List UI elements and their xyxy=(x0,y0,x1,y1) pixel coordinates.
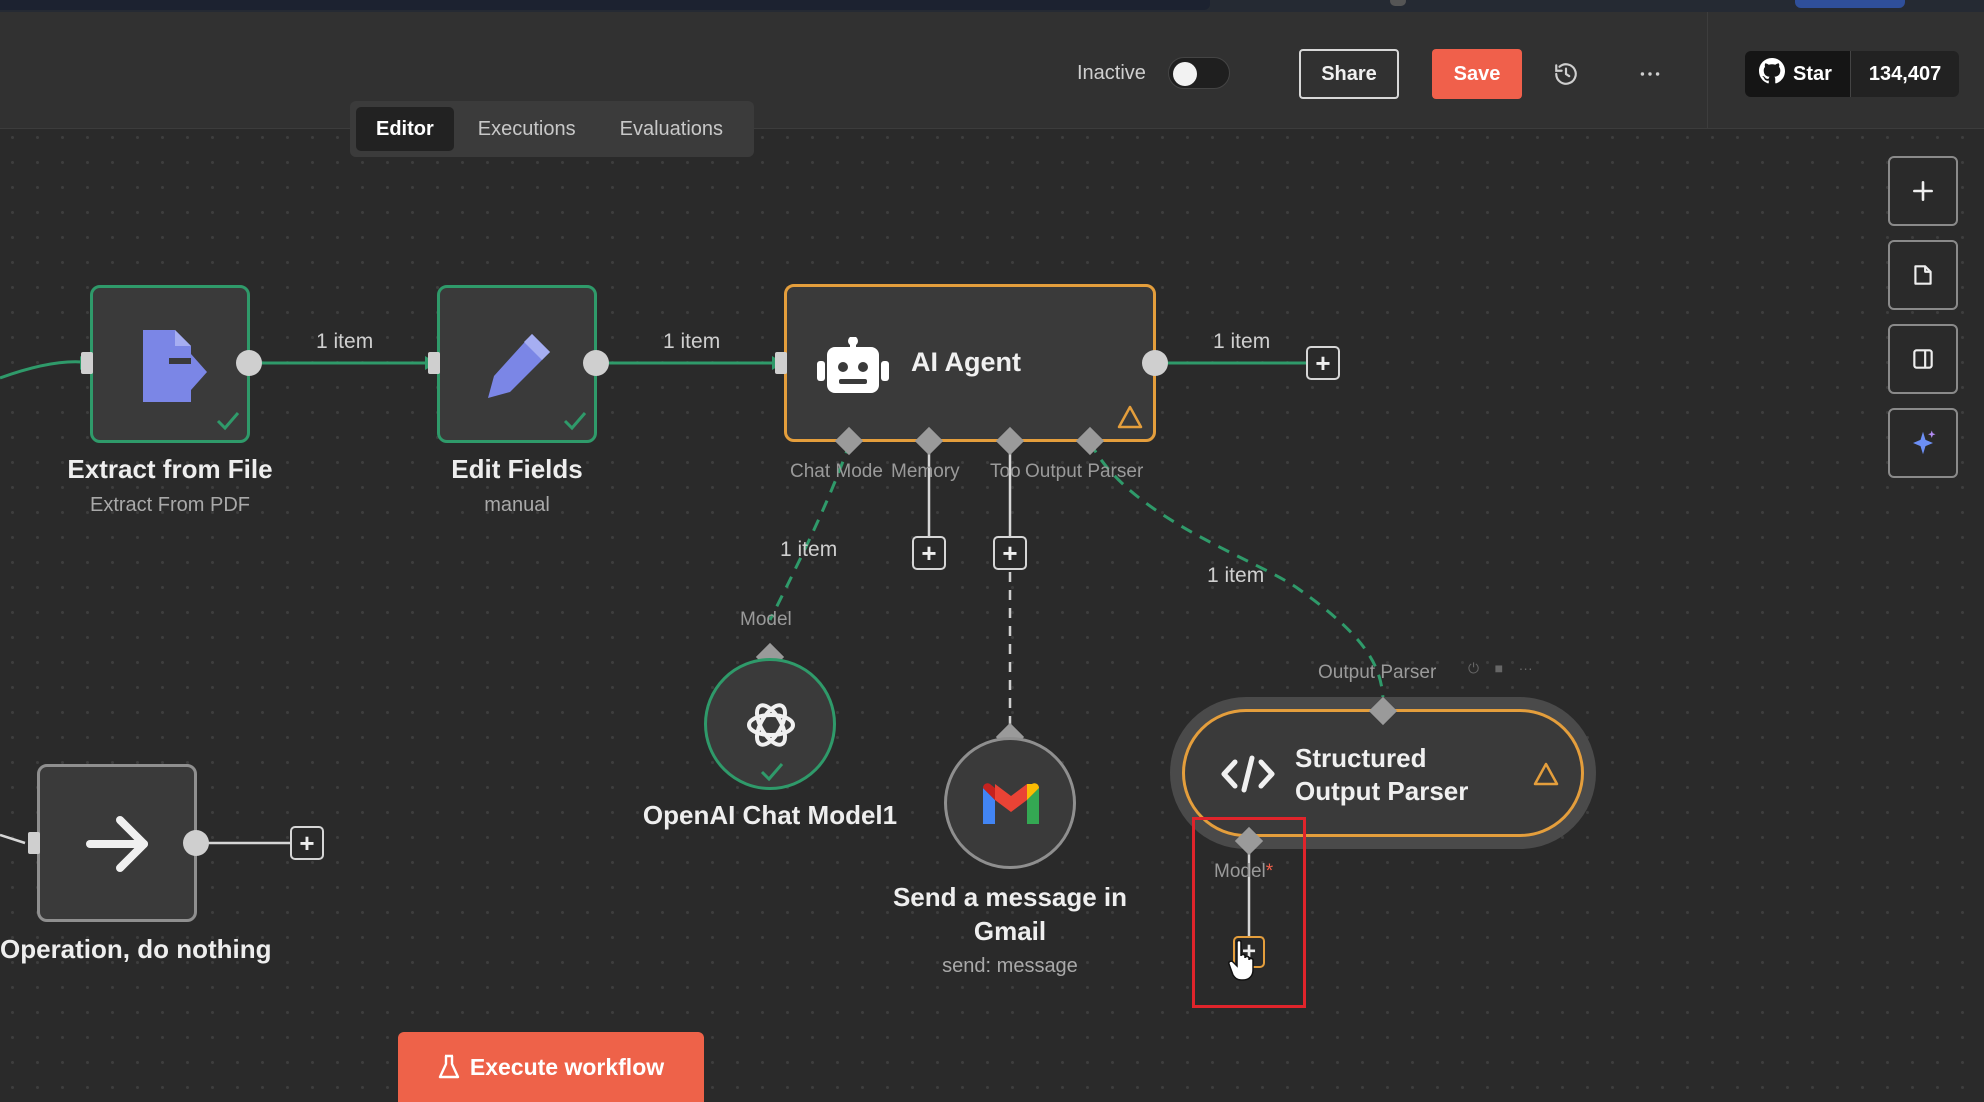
success-check-icon xyxy=(216,412,240,431)
node-title: Extract from File xyxy=(67,454,273,484)
port-label-output-parser: Output Parser xyxy=(1318,662,1437,683)
node-operation-do-nothing[interactable] xyxy=(37,764,197,922)
node-subtitle: Extract From PDF xyxy=(89,494,250,516)
node-edit-fields[interactable] xyxy=(437,285,597,443)
pencil-icon xyxy=(488,334,550,398)
annotation-highlight-box xyxy=(1192,817,1306,1008)
node-title: OpenAI Chat Model1 xyxy=(642,800,898,830)
agent-input-handle[interactable] xyxy=(775,352,787,374)
node-subtitle: send: message xyxy=(942,955,1078,977)
node-title: Operation, do nothing xyxy=(0,934,272,964)
node-title: Edit Fields xyxy=(451,454,583,484)
noop-input-handle[interactable] xyxy=(28,832,40,854)
code-icon xyxy=(1221,755,1275,793)
arrow-right-icon xyxy=(86,816,148,872)
noop-incoming xyxy=(0,833,26,845)
item-count-label: 1 item xyxy=(780,538,838,561)
node-openai-chat-model[interactable] xyxy=(704,658,836,790)
node-extract-from-file[interactable] xyxy=(90,285,250,443)
add-node-button[interactable]: + xyxy=(290,826,324,860)
execute-workflow-label: Execute workflow xyxy=(469,1053,665,1080)
item-count-label: 1 item xyxy=(663,330,721,353)
add-memory-button[interactable]: + xyxy=(912,536,946,570)
success-check-icon xyxy=(563,412,587,431)
extract-output-handle[interactable] xyxy=(236,350,262,376)
noop-output-handle[interactable] xyxy=(183,830,209,856)
port-label-tool: Too xyxy=(990,461,1021,482)
node-gmail[interactable] xyxy=(944,737,1076,869)
node-ai-agent[interactable]: AI Agent xyxy=(784,284,1156,442)
execute-workflow-button[interactable]: Execute workflow xyxy=(398,1032,704,1102)
extract-input-handle[interactable] xyxy=(81,352,93,374)
incoming-connection xyxy=(0,360,83,380)
port-label-output-parser: Output Parser xyxy=(1025,461,1144,482)
gmail-icon xyxy=(983,783,1039,824)
port-label-model: Model xyxy=(740,609,792,630)
agent-output-handle[interactable] xyxy=(1142,350,1168,376)
warning-icon xyxy=(1117,405,1143,429)
flask-icon xyxy=(438,1054,460,1079)
item-count-label: 1 item xyxy=(1207,564,1265,587)
node-title: Structured Output Parser xyxy=(1295,743,1469,806)
item-count-label: 1 item xyxy=(316,330,374,353)
item-count-label: 1 item xyxy=(1213,330,1271,353)
node-title: AI Agent xyxy=(911,347,1021,377)
success-check-icon xyxy=(760,763,784,782)
add-tool-button[interactable]: + xyxy=(993,536,1027,570)
node-subtitle: manual xyxy=(484,494,550,516)
edit-input-handle[interactable] xyxy=(428,352,440,374)
edit-output-handle[interactable] xyxy=(583,350,609,376)
warning-icon xyxy=(1533,762,1559,786)
port-label-memory: Memory xyxy=(891,461,960,482)
node-toolbar-ghost: ⏻ ■ ··· xyxy=(1468,660,1533,676)
node-title: Send a message in Gmail xyxy=(892,882,1128,946)
port-label-chat-model: Chat Mode xyxy=(790,461,883,482)
add-node-button[interactable]: + xyxy=(1306,346,1340,380)
file-export-icon xyxy=(143,330,207,402)
robot-icon xyxy=(817,337,889,393)
openai-icon xyxy=(747,703,795,747)
